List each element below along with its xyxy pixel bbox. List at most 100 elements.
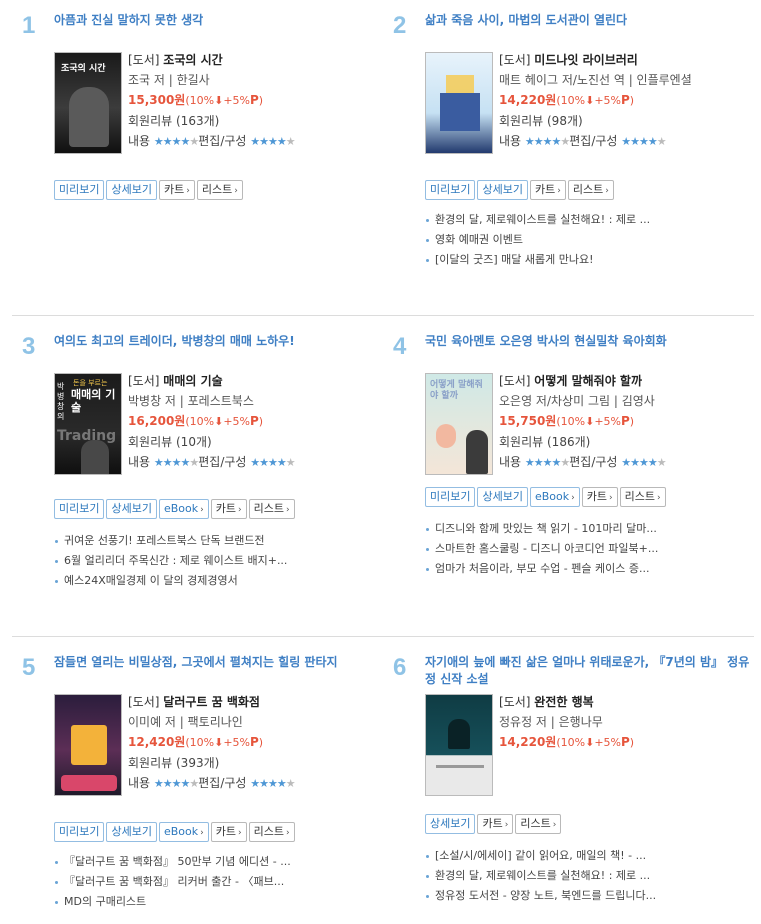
review-count[interactable]: (186개) [547,435,590,449]
cover-figure [448,719,470,749]
event-link[interactable]: 예스24X매일경제 이 달의 경제경영서 [54,571,354,591]
list-button[interactable]: 리스트 › [248,499,295,519]
book-author[interactable]: 조국 저 | 한길사 [128,70,378,90]
detail-button[interactable]: 상세보기 [106,180,157,200]
cart-button[interactable]: 카트 › [477,814,514,834]
book-cover[interactable]: 돈을 부르는 매매의 기술 박병창의 Trading [54,373,122,475]
detail-button[interactable]: 상세보기 [106,499,157,519]
ebook-button[interactable]: eBook › [158,822,209,842]
point-rate: +5% [594,415,621,428]
book-info: [도서] 완전한 행복 정유정 저 | 은행나무 14,220원(10%⬇+5%… [499,692,749,753]
rating-row: 내용 ★★★★★편집/구성 ★★★★★ [128,773,378,794]
cart-button[interactable]: 카트 › [529,180,566,200]
rating-row: 내용 ★★★★★편집/구성 ★★★★★ [128,131,378,152]
cart-button[interactable]: 카트 › [210,499,247,519]
cart-button[interactable]: 카트 › [581,487,618,507]
book-info: [도서] 달러구트 꿈 백화점 이미예 저 | 팩토리나인 12,420원(10… [128,692,378,794]
book-headline[interactable]: 삶과 죽음 사이, 마법의 도서관이 열린다 [425,12,755,29]
edit-label: 편집/구성 [198,134,247,148]
book-cover[interactable] [425,52,493,154]
book-headline[interactable]: 국민 육아멘토 오은영 박사의 현실밀착 육아회화 [425,333,755,350]
rank-number: 2 [393,12,407,39]
review-label: 회원리뷰 [128,756,173,770]
down-arrow-icon: ⬇ [585,94,595,107]
ebook-button[interactable]: eBook › [529,487,580,507]
chevron-right-icon: › [504,820,509,830]
book-price: 14,220원 [499,93,557,107]
event-link[interactable]: 엄마가 처음이라, 부모 수업 - 펜슬 케이스 증... [425,559,725,579]
detail-button[interactable]: 상세보기 [477,180,528,200]
detail-button[interactable]: 상세보기 [425,814,476,834]
book-headline[interactable]: 잠들면 열리는 비밀상점, 그곳에서 펼쳐지는 힐링 판타지 [54,654,384,671]
point-icon: P [250,93,259,107]
review-count[interactable]: (163개) [176,114,219,128]
review-count[interactable]: (393개) [176,756,219,770]
event-link[interactable]: 정유정 도서전 - 양장 노트, 북엔드를 드립니다... [425,886,725,906]
detail-button[interactable]: 상세보기 [477,487,528,507]
cart-button[interactable]: 카트 › [158,180,195,200]
discount-rate: (10% [185,736,215,749]
book-price: 15,300원 [128,93,186,107]
event-link[interactable]: 『달러구트 꿈 백화점』 리커버 출간 - 〈패브... [54,872,354,892]
event-link[interactable]: MD의 구매리스트 [54,892,354,912]
point-icon: P [250,735,259,749]
preview-button[interactable]: 미리보기 [54,499,105,519]
event-link[interactable]: 『달러구트 꿈 백화점』 50만부 기념 에디션 - ... [54,852,354,872]
book-title[interactable]: 달러구트 꿈 백화점 [163,695,260,709]
event-link[interactable]: 디즈니와 함께 맛있는 책 읽기 - 101마리 달마... [425,519,725,539]
review-count[interactable]: (98개) [547,114,583,128]
preview-button[interactable]: 미리보기 [425,180,476,200]
event-link[interactable]: 귀여운 선풍기! 포레스트북스 단독 브랜드전 [54,531,354,551]
chevron-right-icon: › [557,186,561,196]
book-author[interactable]: 박병창 저 | 포레스트북스 [128,391,378,411]
book-headline[interactable]: 자기애의 늪에 빠진 삶은 얼마나 위태로운가, 『7년의 밤』 정유정 신작 … [425,654,755,688]
cover-portrait [69,87,109,147]
list-button[interactable]: 리스트 › [515,814,562,834]
edit-stars-icon: ★★★★★ [250,456,295,469]
book-title[interactable]: 매매의 기술 [163,374,222,388]
chevron-right-icon: › [200,828,204,838]
list-button[interactable]: 리스트 › [248,822,295,842]
preview-button[interactable]: 미리보기 [54,180,105,200]
event-link[interactable]: 영화 예매권 이벤트 [425,230,725,250]
book-title[interactable]: 조국의 시간 [163,53,222,67]
book-headline[interactable]: 여의도 최고의 트레이더, 박병창의 매매 노하우! [54,333,384,350]
cart-button[interactable]: 카트 › [210,822,247,842]
rank-number: 4 [393,333,407,360]
preview-button[interactable]: 미리보기 [425,487,476,507]
cover-title: 매매의 기술 [71,388,116,414]
preview-button[interactable]: 미리보기 [54,822,105,842]
list-button[interactable]: 리스트 › [196,180,243,200]
book-headline[interactable]: 아픔과 진실 말하지 못한 생각 [54,12,384,29]
book-author[interactable]: 이미예 저 | 팩토리나인 [128,712,378,732]
event-link[interactable]: [소설/시/에세이] 같이 읽어요, 매일의 책! - ... [425,846,725,866]
row-divider [12,315,754,316]
book-title[interactable]: 미드나잇 라이브러리 [534,53,638,67]
book-cover[interactable]: 어떻게 말해줘야 할까 [425,373,493,475]
book-cover[interactable] [425,694,493,796]
event-link[interactable]: 6월 얼리리더 주목신간 : 제로 웨이스트 배지+... [54,551,354,571]
list-button[interactable]: 리스트 › [567,180,614,200]
book-title[interactable]: 완전한 행복 [534,695,593,709]
list-button[interactable]: 리스트 › [619,487,666,507]
book-item-1: 1 아픔과 진실 말하지 못한 생각 조국의 시간 [도서] 조국의 시간 조국… [12,10,382,310]
ebook-button[interactable]: eBook › [158,499,209,519]
detail-button[interactable]: 상세보기 [106,822,157,842]
book-author[interactable]: 정유정 저 | 은행나무 [499,712,749,732]
book-author[interactable]: 오은영 저/차상미 그림 | 김영사 [499,391,749,411]
event-link[interactable]: 환경의 달, 제로웨이스트를 실천해요! : 제로 ... [425,210,725,230]
review-count[interactable]: (10개) [176,435,212,449]
edit-label: 편집/구성 [569,455,618,469]
event-link[interactable]: 스마트한 홈스쿨링 - 디즈니 아코디언 파일북+... [425,539,725,559]
book-type: [도서] [128,374,160,388]
book-title[interactable]: 어떻게 말해줘야 할까 [534,374,642,388]
chevron-right-icon: › [656,493,661,503]
event-link[interactable]: [이달의 굿즈] 매달 새롭게 만나요! [425,250,725,270]
book-cover[interactable] [54,694,122,796]
cover-portrait [81,440,109,474]
book-cover[interactable]: 조국의 시간 [54,52,122,154]
book-author[interactable]: 매트 헤이그 저/노진선 역 | 인플루엔셜 [499,70,749,90]
event-list: [소설/시/에세이] 같이 읽어요, 매일의 책! - ... 환경의 달, 제… [425,846,725,906]
book-item-6: 6 자기애의 늪에 빠진 삶은 얼마나 위태로운가, 『7년의 밤』 정유정 신… [383,652,753,924]
event-link[interactable]: 환경의 달, 제로웨이스트를 실천해요! : 제로 ... [425,866,725,886]
